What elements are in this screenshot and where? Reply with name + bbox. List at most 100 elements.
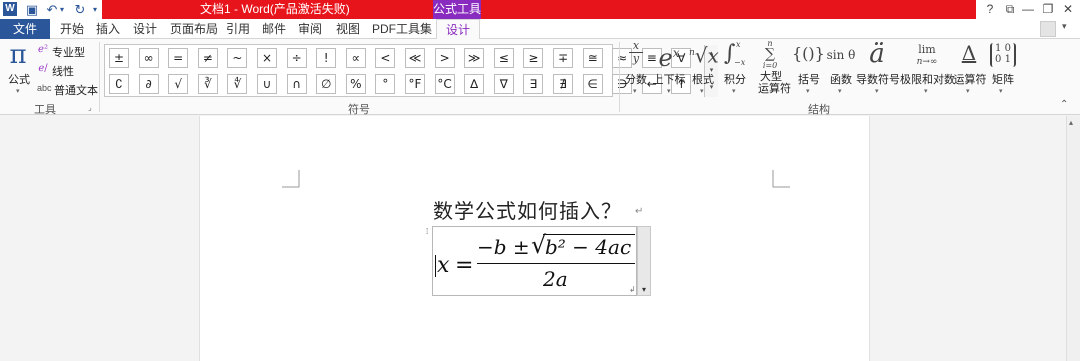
- bracket-label: 括号: [798, 74, 820, 86]
- tab-insert[interactable]: 插入: [96, 19, 120, 39]
- symbol-button[interactable]: °C: [434, 74, 455, 94]
- symbol-button[interactable]: ∆: [464, 74, 485, 94]
- linear-option[interactable]: 线性: [52, 63, 74, 79]
- operator-dropdown-icon: ▾: [966, 88, 970, 95]
- limit-icon: lim n→∞: [910, 44, 944, 68]
- normal-text-option[interactable]: 普通文本: [54, 82, 98, 98]
- customize-qat-icon[interactable]: ▾: [90, 1, 100, 18]
- symbol-button[interactable]: ~: [227, 48, 248, 68]
- symbol-button[interactable]: ∛: [197, 74, 218, 94]
- integral-icon: ∫ x −x: [724, 40, 748, 70]
- symbol-button[interactable]: ∝: [345, 48, 366, 68]
- symbol-button[interactable]: ∓: [553, 48, 573, 68]
- symbol-button[interactable]: ÷: [286, 48, 307, 68]
- bracket-icon: {()}: [792, 44, 825, 63]
- symbol-button[interactable]: ∜: [227, 74, 248, 94]
- symbol-button[interactable]: ∪: [257, 74, 277, 94]
- vertical-scrollbar[interactable]: ▴: [1066, 116, 1080, 361]
- minimize-icon[interactable]: —: [1018, 0, 1038, 19]
- account-dropdown-icon[interactable]: ▾: [1062, 21, 1067, 32]
- symbol-button[interactable]: ∅: [316, 74, 337, 94]
- symbol-button[interactable]: ∄: [553, 74, 573, 94]
- formula-lhs: x: [437, 253, 450, 278]
- help-icon[interactable]: ?: [980, 0, 1000, 19]
- symbol-button[interactable]: ∁: [109, 74, 129, 94]
- symbol-button[interactable]: <: [375, 48, 396, 68]
- symbol-button[interactable]: %: [345, 74, 366, 94]
- large-operator-icon: n ∑ i=0: [760, 39, 780, 70]
- symbol-button[interactable]: ∇: [493, 74, 514, 94]
- function-label: 函数: [830, 74, 852, 86]
- accent-dropdown-icon: ▾: [875, 88, 879, 95]
- symbol-button[interactable]: ∂: [138, 74, 159, 94]
- tab-page-layout[interactable]: 页面布局: [170, 19, 218, 39]
- tab-view[interactable]: 视图: [336, 19, 360, 39]
- tab-equation-design[interactable]: 设计: [436, 19, 480, 40]
- formula-dropdown-icon[interactable]: ▾: [16, 87, 20, 95]
- save-icon[interactable]: ▣: [24, 1, 40, 18]
- symbol-button[interactable]: ∩: [286, 74, 307, 94]
- symbol-button[interactable]: ≪: [405, 48, 425, 68]
- symbol-button[interactable]: !: [316, 48, 337, 68]
- professional-icon[interactable]: ℯ²: [36, 44, 50, 56]
- integral-dropdown-icon: ▾: [732, 88, 736, 95]
- close-icon[interactable]: ✕: [1058, 0, 1078, 19]
- limit-dropdown-icon: ▾: [924, 88, 928, 95]
- symbol-button[interactable]: ≅: [582, 48, 603, 68]
- matrix-row-1: 1 0: [995, 43, 1011, 54]
- symbol-button[interactable]: ∞: [138, 48, 159, 68]
- tab-file[interactable]: 文件: [0, 19, 50, 39]
- symbol-button[interactable]: ±: [109, 48, 129, 68]
- integral-label: 积分: [724, 74, 746, 86]
- group-separator: [99, 42, 100, 112]
- symbol-button[interactable]: ∈: [582, 74, 603, 94]
- tab-home[interactable]: 开始: [60, 19, 84, 39]
- ribbon: π 公式 ▾ ℯ² 专业型 ℯ/ 线性 abc 普通文本 工具 ⌟ ± ∞ = ≠ ~ ×…: [0, 39, 1080, 116]
- fraction-icon: x y: [629, 40, 643, 65]
- equation-options-icon[interactable]: ▾: [637, 226, 651, 296]
- linear-icon[interactable]: ℯ/: [36, 63, 50, 75]
- symbol-button[interactable]: ≤: [493, 48, 514, 68]
- scroll-up-icon[interactable]: ▴: [1069, 118, 1073, 127]
- context-tool-label: 公式工具: [433, 0, 481, 19]
- document-heading[interactable]: 数学公式如何插入？: [433, 195, 622, 224]
- tools-dialog-launcher-icon[interactable]: ⌟: [88, 103, 92, 112]
- structures-group-label: 结构: [808, 104, 830, 116]
- tab-design[interactable]: 设计: [133, 19, 157, 39]
- word-app-icon[interactable]: W: [3, 2, 17, 16]
- restore-icon[interactable]: ❐: [1038, 0, 1058, 19]
- tab-review[interactable]: 审阅: [298, 19, 322, 39]
- equation-box[interactable]: x = −b ± √ b² − 4ac 2a ↲: [432, 226, 637, 296]
- collapse-ribbon-icon[interactable]: ⌃: [1060, 99, 1068, 110]
- symbol-button[interactable]: ≠: [197, 48, 218, 68]
- matrix-icon: 1 0 0 1: [990, 43, 1016, 67]
- pi-icon[interactable]: π: [6, 41, 30, 69]
- radical-label: 根式: [692, 74, 714, 86]
- tab-references[interactable]: 引用: [226, 19, 250, 39]
- symbol-button[interactable]: =: [168, 48, 189, 68]
- professional-option[interactable]: 专业型: [52, 44, 85, 60]
- limit-label: 极限和对数: [900, 74, 955, 86]
- symbol-button[interactable]: ∃: [523, 74, 544, 94]
- redo-icon[interactable]: ↻: [72, 1, 88, 18]
- formula-label[interactable]: 公式: [8, 71, 30, 87]
- ribbon-display-icon[interactable]: ⧉: [1000, 0, 1020, 19]
- symbol-button[interactable]: √: [168, 74, 189, 94]
- fraction-bar: [477, 263, 635, 264]
- abc-icon[interactable]: abc: [37, 83, 52, 93]
- symbol-button[interactable]: >: [434, 48, 455, 68]
- page-corner-mark: [772, 170, 790, 188]
- symbol-button[interactable]: ≫: [464, 48, 485, 68]
- tab-pdf-tools[interactable]: PDF工具集: [372, 19, 432, 39]
- window-title: 文档1 - Word(产品激活失败): [200, 2, 350, 16]
- title-bar: W ▣ ↶ ▾ ↻ ▾ 文档1 - Word(产品激活失败) 公式工具 ? ⧉ …: [0, 0, 1080, 19]
- user-avatar[interactable]: [1040, 21, 1056, 37]
- bigop-sign: ∑: [765, 46, 775, 62]
- symbol-button[interactable]: ≥: [523, 48, 544, 68]
- accent-icon: ä: [869, 39, 885, 69]
- tab-mailings[interactable]: 邮件: [262, 19, 286, 39]
- undo-dropdown-icon[interactable]: ▾: [58, 1, 66, 18]
- symbol-button[interactable]: °: [375, 74, 396, 94]
- symbol-button[interactable]: °F: [405, 74, 425, 94]
- symbol-button[interactable]: ×: [257, 48, 277, 68]
